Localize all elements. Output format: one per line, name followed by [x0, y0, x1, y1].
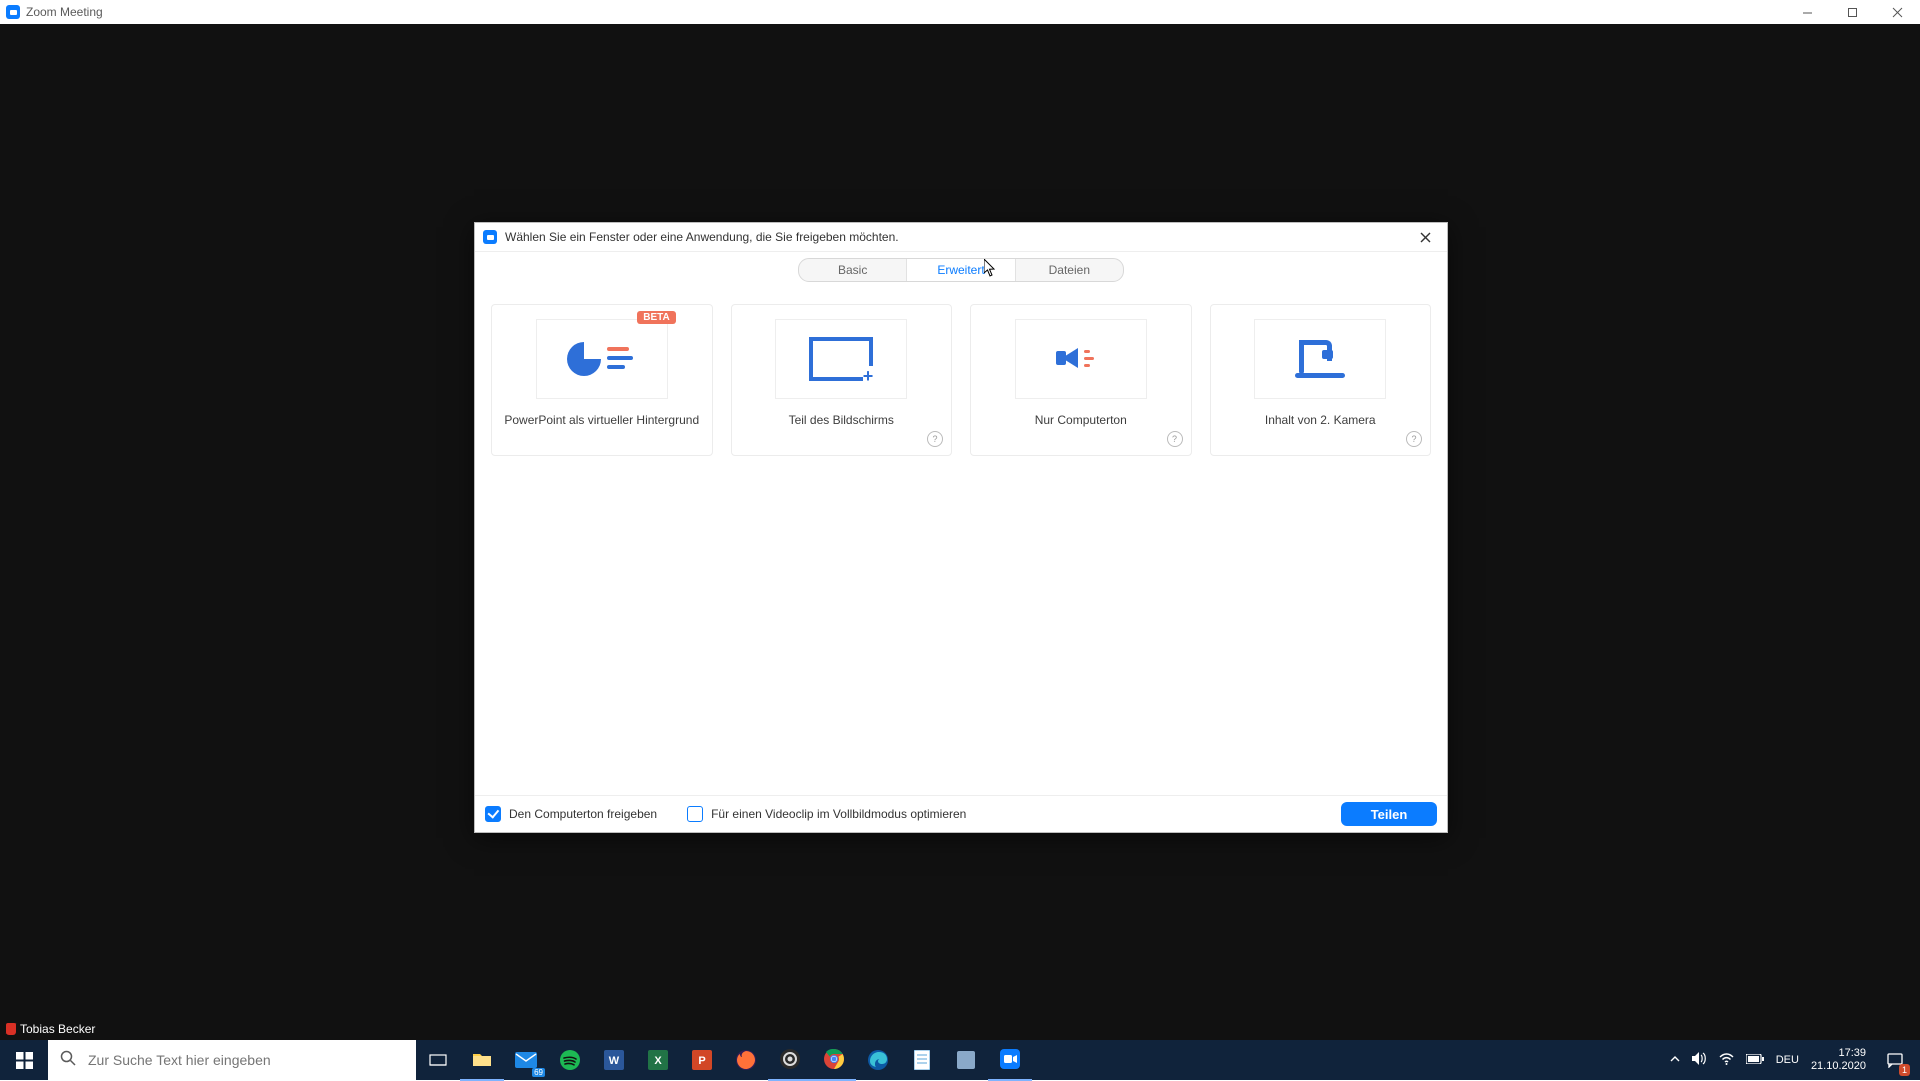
option-label: Inhalt von 2. Kamera: [1265, 413, 1376, 427]
mail-badge: 69: [532, 1068, 545, 1077]
tray-wifi-icon[interactable]: [1719, 1053, 1734, 1068]
close-button[interactable]: [1875, 0, 1920, 24]
screen-portion-icon: [809, 337, 873, 381]
option-label: PowerPoint als virtueller Hintergrund: [504, 413, 699, 427]
option-second-camera[interactable]: Inhalt von 2. Kamera ?: [1210, 304, 1432, 456]
beta-badge: BETA: [637, 311, 675, 324]
maximize-button[interactable]: [1830, 0, 1875, 24]
tray-language[interactable]: DEU: [1776, 1054, 1799, 1066]
svg-text:P: P: [698, 1055, 705, 1067]
taskbar-app-edge[interactable]: [856, 1040, 900, 1080]
zoom-icon: [483, 230, 497, 244]
dialog-titlebar: Wählen Sie ein Fenster oder eine Anwendu…: [475, 223, 1447, 252]
taskbar-app-chrome[interactable]: [812, 1039, 856, 1081]
tab-basic[interactable]: Basic: [799, 259, 907, 281]
search-icon: [60, 1050, 76, 1071]
dialog-title: Wählen Sie ein Fenster oder eine Anwendu…: [505, 230, 899, 244]
taskbar-app-firefox[interactable]: [724, 1040, 768, 1080]
app-titlebar: Zoom Meeting: [0, 0, 1920, 25]
powerpoint-icon: [567, 339, 637, 379]
speaker-icon: [1060, 342, 1102, 376]
svg-text:W: W: [609, 1055, 620, 1067]
option-portion-of-screen[interactable]: Teil des Bildschirms ?: [731, 304, 953, 456]
option-thumb: BETA: [536, 319, 668, 399]
checkbox-optimize-video[interactable]: [687, 806, 703, 822]
start-button[interactable]: [0, 1040, 48, 1080]
help-icon[interactable]: ?: [1167, 431, 1183, 447]
tray-clock[interactable]: 17:39 21.10.2020: [1811, 1047, 1866, 1073]
taskbar-app-zoom[interactable]: [988, 1039, 1032, 1081]
option-label: Nur Computerton: [1035, 413, 1127, 427]
system-tray: DEU 17:39 21.10.2020 1: [1662, 1040, 1920, 1080]
dialog-footer: Den Computerton freigeben Für einen Vide…: [475, 795, 1447, 832]
option-thumb: [1254, 319, 1386, 399]
participant-label: Tobias Becker: [6, 1022, 95, 1036]
tab-files[interactable]: Dateien: [1016, 259, 1123, 281]
tray-volume-icon[interactable]: [1692, 1052, 1707, 1068]
taskbar-app-explorer[interactable]: [460, 1039, 504, 1081]
notif-badge: 1: [1899, 1064, 1910, 1076]
tray-date: 21.10.2020: [1811, 1060, 1866, 1073]
label-share-audio: Den Computerton freigeben: [509, 807, 657, 821]
tray-battery-icon[interactable]: [1746, 1054, 1764, 1067]
taskbar: 69 W X P: [0, 1040, 1920, 1080]
share-button[interactable]: Teilen: [1341, 802, 1437, 826]
taskbar-app-spotify[interactable]: [548, 1040, 592, 1080]
share-options-grid: BETA PowerPoint als virtueller Hintergru…: [475, 282, 1447, 456]
help-icon[interactable]: ?: [1406, 431, 1422, 447]
task-view-button[interactable]: [416, 1040, 460, 1080]
taskbar-app-obs[interactable]: [768, 1039, 812, 1081]
participant-name-text: Tobias Becker: [20, 1022, 95, 1036]
dialog-tabs: Basic Erweitert Dateien: [475, 258, 1447, 282]
option-thumb: [775, 319, 907, 399]
mic-muted-icon: [6, 1023, 16, 1035]
help-icon[interactable]: ?: [927, 431, 943, 447]
option-ppt-virtual-bg[interactable]: BETA PowerPoint als virtueller Hintergru…: [491, 304, 713, 456]
checkbox-share-audio[interactable]: [485, 806, 501, 822]
tray-notifications[interactable]: 1: [1878, 1040, 1912, 1080]
label-optimize-video: Für einen Videoclip im Vollbildmodus opt…: [711, 807, 966, 821]
option-computer-sound[interactable]: Nur Computerton ?: [970, 304, 1192, 456]
taskbar-app-notepad[interactable]: [900, 1040, 944, 1080]
taskbar-app-generic[interactable]: [944, 1040, 988, 1080]
taskbar-app-mail[interactable]: 69: [504, 1040, 548, 1080]
tray-time: 17:39: [1811, 1047, 1866, 1060]
tab-advanced[interactable]: Erweitert: [907, 259, 1015, 281]
zoom-icon: [6, 5, 20, 19]
dialog-close-button[interactable]: [1411, 223, 1439, 251]
taskbar-search[interactable]: [48, 1040, 416, 1080]
search-input[interactable]: [86, 1039, 404, 1081]
taskbar-app-excel[interactable]: X: [636, 1040, 680, 1080]
camera-icon: [1295, 340, 1345, 378]
taskbar-app-powerpoint[interactable]: P: [680, 1040, 724, 1080]
minimize-button[interactable]: [1785, 0, 1830, 24]
taskbar-app-word[interactable]: W: [592, 1040, 636, 1080]
option-label: Teil des Bildschirms: [789, 413, 894, 427]
share-screen-dialog: Wählen Sie ein Fenster oder eine Anwendu…: [474, 222, 1448, 833]
app-title: Zoom Meeting: [26, 5, 103, 19]
tray-expand-icon[interactable]: [1670, 1054, 1680, 1067]
option-thumb: [1015, 319, 1147, 399]
svg-text:X: X: [654, 1055, 662, 1067]
